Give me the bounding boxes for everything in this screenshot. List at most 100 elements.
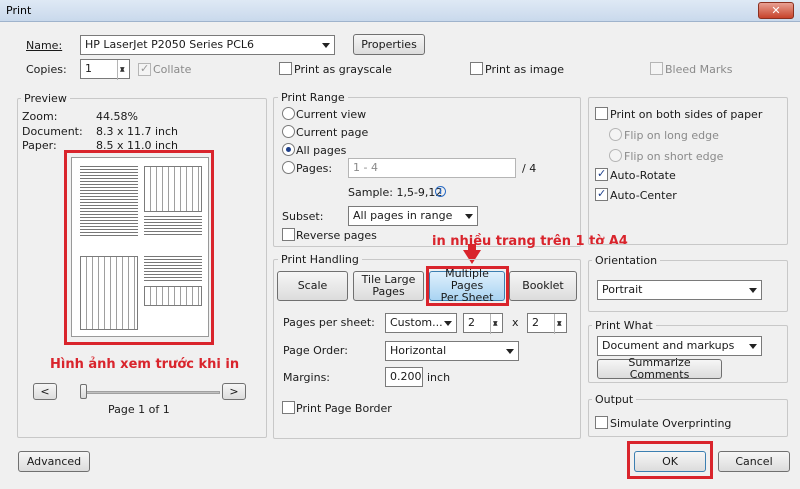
- page-slider-thumb[interactable]: [80, 384, 87, 399]
- pages-per-sheet-select[interactable]: Custom...: [385, 313, 457, 333]
- page-indicator: Page 1 of 1: [108, 403, 170, 416]
- pages-per-sheet-value: Custom...: [390, 316, 443, 329]
- times-sign: x: [512, 316, 519, 329]
- print-range-title: Print Range: [278, 91, 348, 104]
- properties-button[interactable]: Properties: [353, 34, 425, 55]
- zoom-label: Zoom:: [22, 110, 58, 123]
- current-page-radio[interactable]: [282, 125, 295, 138]
- copies-value: 1: [85, 62, 92, 75]
- summarize-comments-button[interactable]: Summarize Comments: [597, 357, 722, 381]
- page-slider-track[interactable]: [84, 391, 220, 394]
- print-page-border-label: Print Page Border: [296, 402, 392, 415]
- flip-short-radio[interactable]: [609, 149, 622, 162]
- pages-input[interactable]: 1 - 4: [348, 158, 516, 178]
- info-icon[interactable]: i: [435, 186, 446, 197]
- preview-title: Preview: [21, 92, 70, 105]
- pages-label: Pages:: [296, 162, 333, 175]
- chevron-down-icon: [506, 349, 514, 354]
- chevron-down-icon: [465, 214, 473, 219]
- collate-checkbox[interactable]: [138, 62, 151, 76]
- copies-input[interactable]: 1: [80, 59, 130, 80]
- chevron-down-icon: [444, 321, 452, 326]
- print-what-select[interactable]: Document and markups: [597, 336, 762, 356]
- cancel-button[interactable]: Cancel: [718, 451, 790, 472]
- bleed-marks-checkbox[interactable]: [650, 62, 663, 75]
- printer-select-value: HP LaserJet P2050 Series PCL6: [85, 38, 255, 51]
- margins-value: 0.200: [390, 370, 422, 383]
- columns-value: 2: [468, 316, 475, 329]
- pages-sample: Sample: 1,5-9,12: [348, 186, 443, 199]
- preview-annotation: Hình ảnh xem trước khi in: [50, 357, 240, 372]
- output-title: Output: [592, 393, 637, 406]
- current-page-label: Current page: [296, 126, 369, 139]
- printer-name-label: Name:: [26, 39, 63, 52]
- reverse-pages-checkbox[interactable]: [282, 228, 295, 241]
- subset-value: All pages in range: [353, 209, 453, 222]
- preview-highlight-box: [64, 150, 214, 345]
- printer-select[interactable]: HP LaserJet P2050 Series PCL6: [80, 35, 335, 55]
- auto-rotate-label: Auto-Rotate: [610, 169, 676, 182]
- orientation-title: Orientation: [592, 254, 661, 267]
- flip-long-radio[interactable]: [609, 128, 622, 141]
- advanced-button[interactable]: Advanced: [18, 451, 90, 472]
- columns-input[interactable]: 2: [463, 313, 503, 334]
- margins-input[interactable]: 0.200: [385, 367, 423, 387]
- scale-button[interactable]: Scale: [277, 271, 348, 301]
- pages-radio[interactable]: [282, 161, 295, 174]
- close-button[interactable]: ✕: [758, 2, 794, 19]
- all-pages-radio[interactable]: [282, 143, 295, 156]
- tile-large-pages-button[interactable]: Tile Large Pages: [353, 271, 424, 301]
- next-page-button[interactable]: >: [222, 383, 246, 400]
- print-what-title: Print What: [592, 319, 656, 332]
- margins-label: Margins:: [283, 371, 331, 384]
- page-order-label: Page Order:: [283, 344, 348, 357]
- copies-label: Copies:: [26, 63, 67, 76]
- grayscale-label: Print as grayscale: [294, 63, 392, 76]
- zoom-value: 44.58%: [96, 110, 138, 123]
- booklet-button[interactable]: Booklet: [509, 271, 577, 301]
- print-what-value: Document and markups: [602, 339, 735, 352]
- print-as-image-checkbox[interactable]: [470, 62, 483, 75]
- paper-label: Paper:: [22, 139, 57, 152]
- print-as-image-label: Print as image: [485, 63, 565, 76]
- grayscale-checkbox[interactable]: [279, 62, 292, 75]
- pages-input-value: 1 - 4: [353, 161, 378, 174]
- subset-select[interactable]: All pages in range: [348, 206, 478, 226]
- chevron-down-icon: [322, 43, 330, 48]
- rows-spinner[interactable]: [554, 314, 566, 334]
- prev-page-button[interactable]: <: [33, 383, 57, 400]
- tile-large-line2: Pages: [372, 285, 405, 298]
- current-view-label: Current view: [296, 108, 367, 121]
- margins-unit: inch: [427, 371, 451, 384]
- ok-highlight-box: [627, 441, 713, 479]
- pages-total: / 4: [522, 162, 537, 175]
- title-bar: Print ✕: [0, 0, 800, 22]
- reverse-pages-label: Reverse pages: [296, 229, 377, 242]
- subset-label: Subset:: [282, 210, 324, 223]
- orientation-value: Portrait: [602, 283, 643, 296]
- copies-spinner[interactable]: [117, 60, 129, 80]
- print-page-border-checkbox[interactable]: [282, 401, 295, 414]
- document-label: Document:: [22, 125, 83, 138]
- multiple-pages-highlight-box: [426, 266, 509, 306]
- chevron-down-icon: [749, 344, 757, 349]
- rows-input[interactable]: 2: [527, 313, 567, 334]
- flip-long-label: Flip on long edge: [624, 129, 719, 142]
- columns-spinner[interactable]: [490, 314, 502, 334]
- all-pages-label: All pages: [296, 144, 347, 157]
- window-title: Print: [6, 4, 32, 17]
- auto-rotate-checkbox[interactable]: [595, 167, 608, 181]
- flip-short-label: Flip on short edge: [624, 150, 724, 163]
- both-sides-label: Print on both sides of paper: [610, 108, 763, 121]
- both-sides-checkbox[interactable]: [595, 107, 608, 120]
- orientation-select[interactable]: Portrait: [597, 280, 762, 300]
- simulate-overprinting-checkbox[interactable]: [595, 416, 608, 429]
- page-order-select[interactable]: Horizontal: [385, 341, 519, 361]
- rows-value: 2: [532, 316, 539, 329]
- document-value: 8.3 x 11.7 inch: [96, 125, 179, 138]
- collate-label: Collate: [153, 63, 192, 76]
- chevron-down-icon: [749, 288, 757, 293]
- auto-center-checkbox[interactable]: [595, 187, 608, 201]
- auto-center-label: Auto-Center: [610, 189, 677, 202]
- current-view-radio[interactable]: [282, 107, 295, 120]
